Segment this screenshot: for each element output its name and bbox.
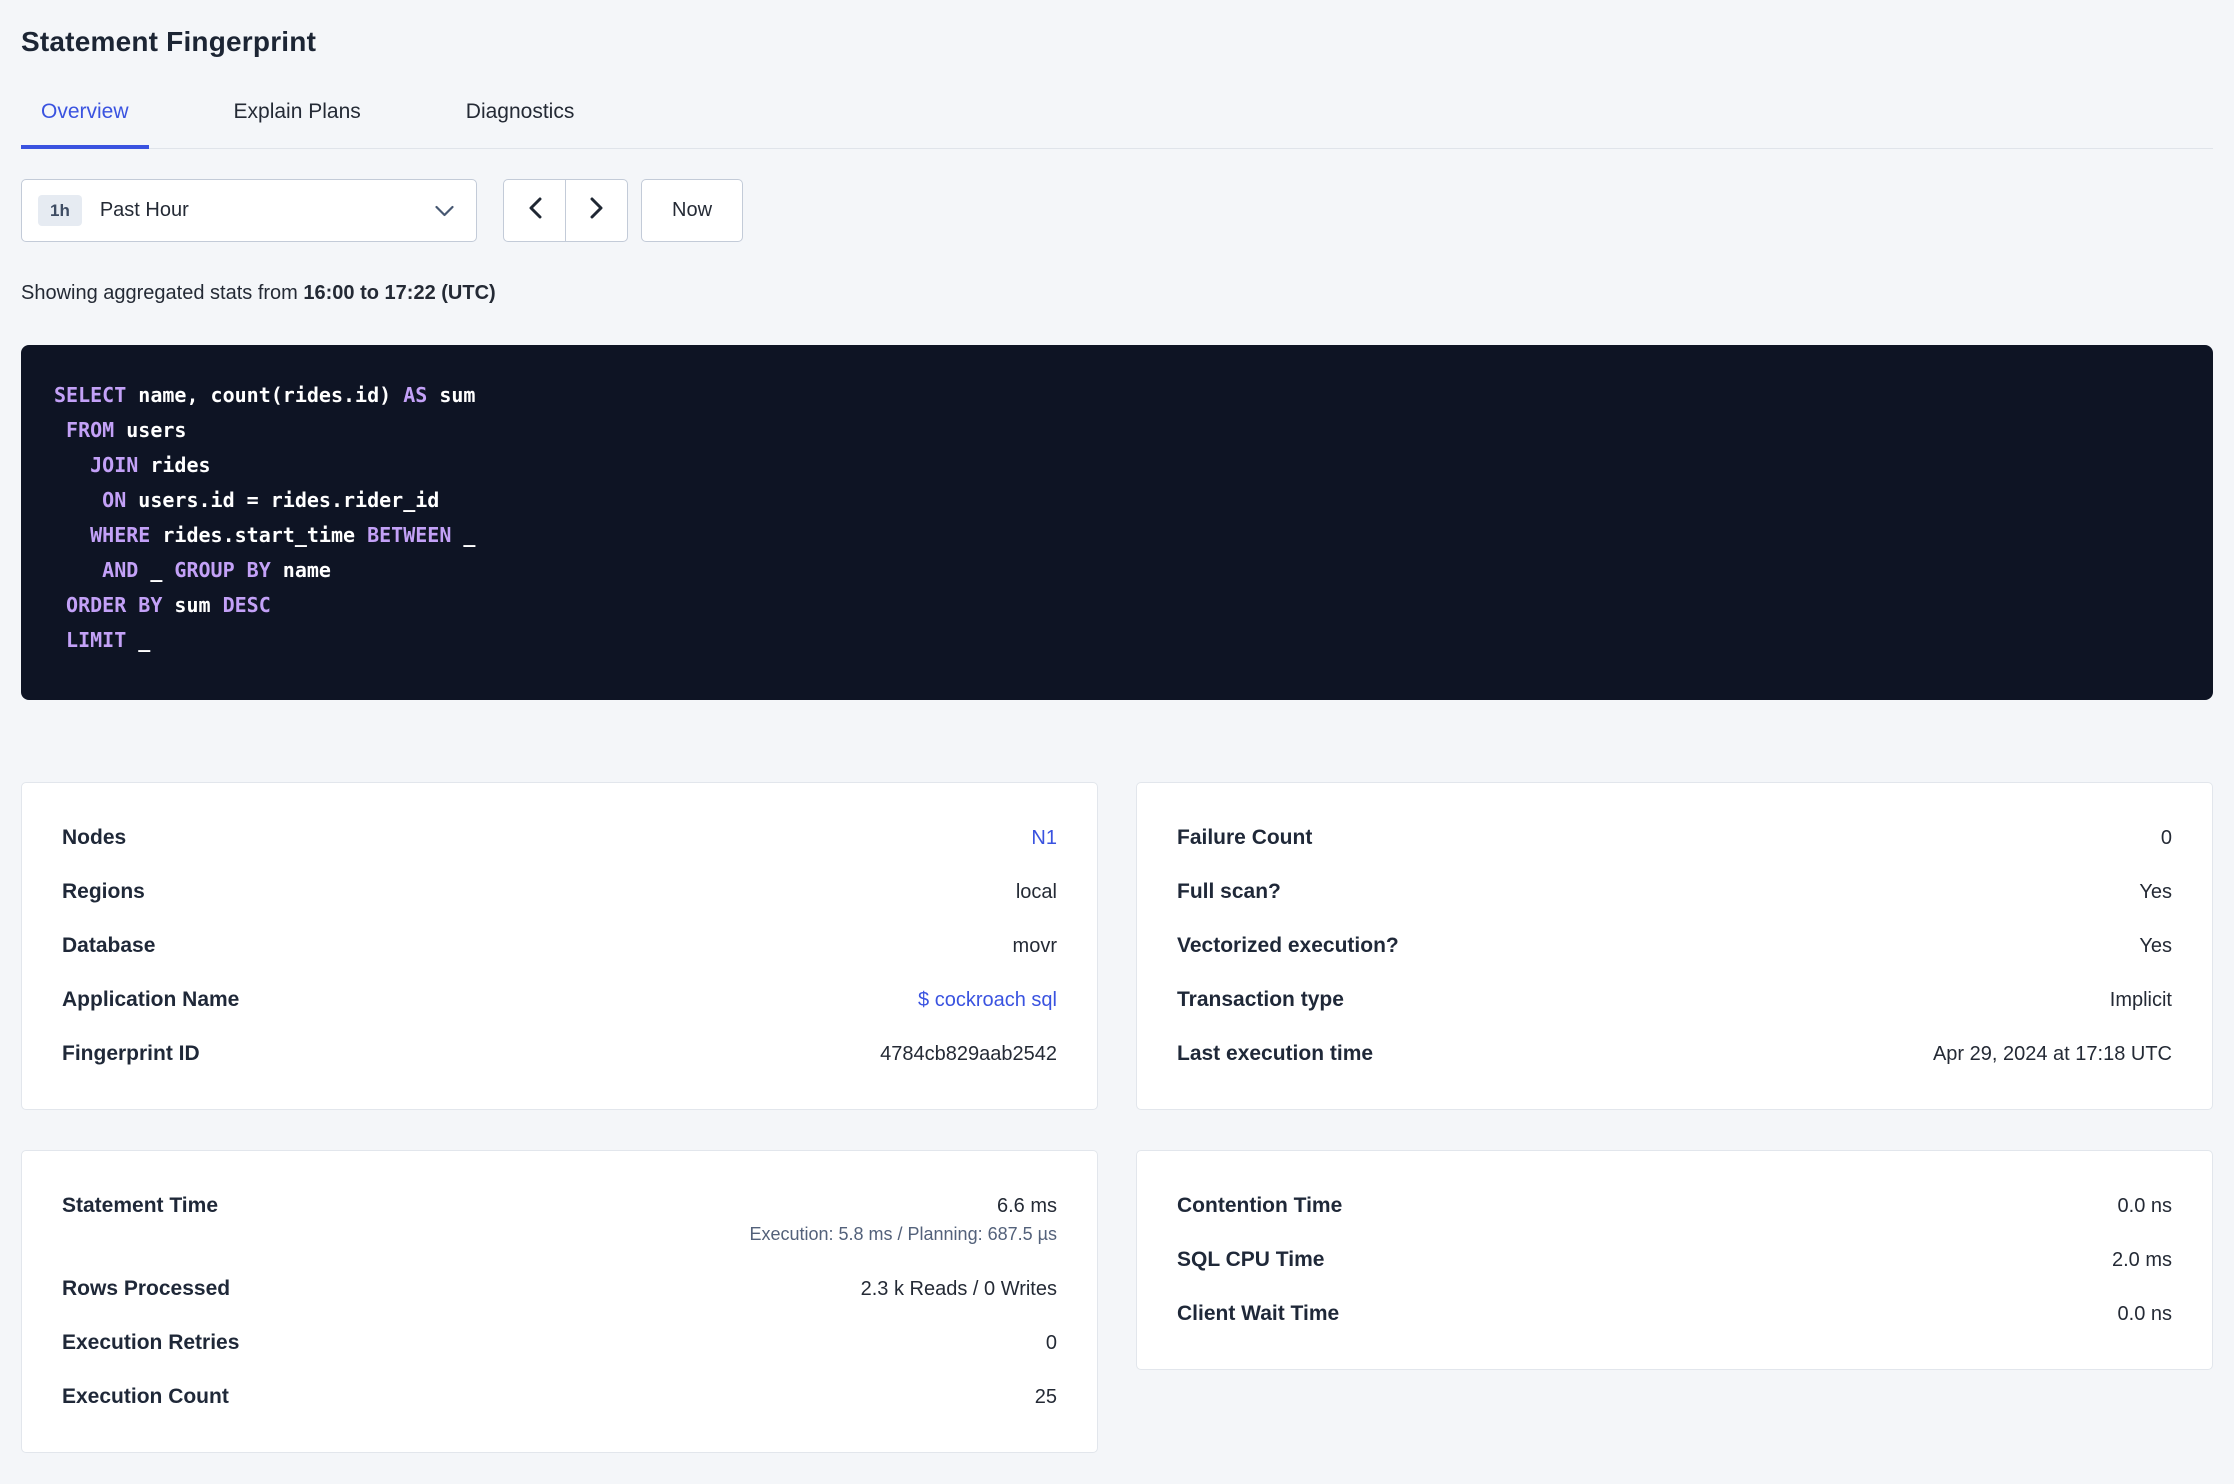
card-row: Regions local <box>62 865 1057 919</box>
row-label: Client Wait Time <box>1177 1302 1340 1325</box>
row-label: Fingerprint ID <box>62 1042 200 1065</box>
sql-code: SELECT name, count(rides.id) AS sum FROM… <box>54 383 476 652</box>
row-label: Vectorized execution? <box>1177 934 1399 957</box>
chevron-down-icon <box>435 205 454 217</box>
tab-overview[interactable]: Overview <box>21 86 149 149</box>
row-value: 2.0 ms <box>2111 1249 2172 1271</box>
row-label: SQL CPU Time <box>1177 1248 1325 1271</box>
application-name-link[interactable]: $ cockroach sql <box>918 988 1057 1012</box>
card-row: Execution Retries 0 <box>62 1316 1057 1370</box>
card-row: Rows Processed 2.3 k Reads / 0 Writes <box>62 1262 1057 1316</box>
row-value: 0 <box>2160 827 2172 849</box>
row-value: 2.3 k Reads / 0 Writes <box>860 1278 1057 1300</box>
card-row: Application Name $ cockroach sql <box>62 973 1057 1027</box>
card-row: SQL CPU Time 2.0 ms <box>1177 1233 2172 1287</box>
row-label: Last execution time <box>1177 1042 1374 1065</box>
statement-time-value-block: 6.6 ms Execution: 5.8 ms / Planning: 687… <box>749 1194 1057 1247</box>
tab-bar: Overview Explain Plans Diagnostics <box>21 86 2213 149</box>
card-row: Full scan? Yes <box>1177 865 2172 919</box>
tab-explain-plans[interactable]: Explain Plans <box>214 86 381 148</box>
card-statement-time: Statement Time 6.6 ms Execution: 5.8 ms … <box>21 1150 1098 1453</box>
row-label: Failure Count <box>1177 826 1313 849</box>
row-label: Contention Time <box>1177 1194 1343 1217</box>
row-label: Application Name <box>62 988 240 1011</box>
statement-fingerprint-page: Statement Fingerprint Overview Explain P… <box>0 26 2234 1453</box>
aggregated-stats-range: 16:00 to 17:22 (UTC) <box>303 282 496 304</box>
row-label: Full scan? <box>1177 880 1281 903</box>
row-label: Execution Count <box>62 1385 229 1408</box>
row-value: movr <box>1012 935 1057 957</box>
interval-label: Past Hour <box>99 199 189 221</box>
card-contention-time: Contention Time 0.0 ns SQL CPU Time 2.0 … <box>1136 1150 2213 1370</box>
sql-statement-box: SELECT name, count(rides.id) AS sum FROM… <box>21 345 2213 700</box>
card-row: Last execution time Apr 29, 2024 at 17:1… <box>1177 1027 2172 1081</box>
aggregated-stats-text: Showing aggregated stats from 16:00 to 1… <box>21 282 2213 305</box>
prev-interval-button[interactable] <box>503 179 566 242</box>
page-title: Statement Fingerprint <box>21 26 317 57</box>
row-value: Yes <box>2139 881 2172 903</box>
summary-cards: Nodes N1 Regions local Database movr App… <box>21 782 2213 1453</box>
card-row: Execution Count 25 <box>62 1370 1057 1424</box>
row-value: 0.0 ns <box>2117 1303 2172 1325</box>
row-value: Yes <box>2139 935 2172 957</box>
next-interval-button[interactable] <box>565 179 628 242</box>
last-execution-time-value: Apr 29, 2024 at 17:18 UTC <box>1932 1043 2172 1065</box>
statement-time-breakdown: Execution: 5.8 ms / Planning: 687.5 µs <box>749 1224 1057 1244</box>
card-row: Contention Time 0.0 ns <box>1177 1179 2172 1233</box>
row-label: Nodes <box>62 826 127 849</box>
time-interval-dropdown[interactable]: 1h Past Hour <box>21 179 477 242</box>
card-row: Failure Count 0 <box>1177 811 2172 865</box>
now-button[interactable]: Now <box>641 179 744 242</box>
nodes-link[interactable]: N1 <box>1031 826 1057 850</box>
card-row: Vectorized execution? Yes <box>1177 919 2172 973</box>
row-label: Regions <box>62 880 145 903</box>
row-label: Rows Processed <box>62 1277 231 1300</box>
tab-diagnostics[interactable]: Diagnostics <box>446 86 595 148</box>
row-value: Implicit <box>2109 989 2172 1011</box>
card-statement-details: Nodes N1 Regions local Database movr App… <box>21 782 1098 1110</box>
row-value: 0.0 ns <box>2117 1195 2172 1217</box>
row-value: 6.6 ms <box>996 1195 1057 1217</box>
aggregated-stats-prefix: Showing aggregated stats from <box>21 282 298 304</box>
row-label: Statement Time <box>62 1194 218 1217</box>
chevron-left-icon <box>528 196 542 225</box>
row-value: 0 <box>1045 1332 1057 1354</box>
interval-badge: 1h <box>38 195 82 226</box>
row-label: Execution Retries <box>62 1331 240 1354</box>
card-row: Statement Time 6.6 ms Execution: 5.8 ms … <box>62 1179 1057 1262</box>
row-value: local <box>1015 881 1057 903</box>
card-row: Fingerprint ID 4784cb829aab2542 <box>62 1027 1057 1081</box>
row-label: Transaction type <box>1177 988 1344 1011</box>
card-execution-details: Failure Count 0 Full scan? Yes Vectorize… <box>1136 782 2213 1110</box>
fingerprint-id-value: 4784cb829aab2542 <box>880 1043 1057 1065</box>
interval-pager <box>503 179 628 242</box>
card-row: Transaction type Implicit <box>1177 973 2172 1027</box>
time-toolbar: 1h Past Hour Now <box>21 179 2213 242</box>
row-value: 25 <box>1034 1386 1057 1408</box>
row-label: Database <box>62 934 156 957</box>
chevron-right-icon <box>590 196 604 225</box>
card-row: Nodes N1 <box>62 811 1057 865</box>
card-row: Database movr <box>62 919 1057 973</box>
card-row: Client Wait Time 0.0 ns <box>1177 1287 2172 1341</box>
